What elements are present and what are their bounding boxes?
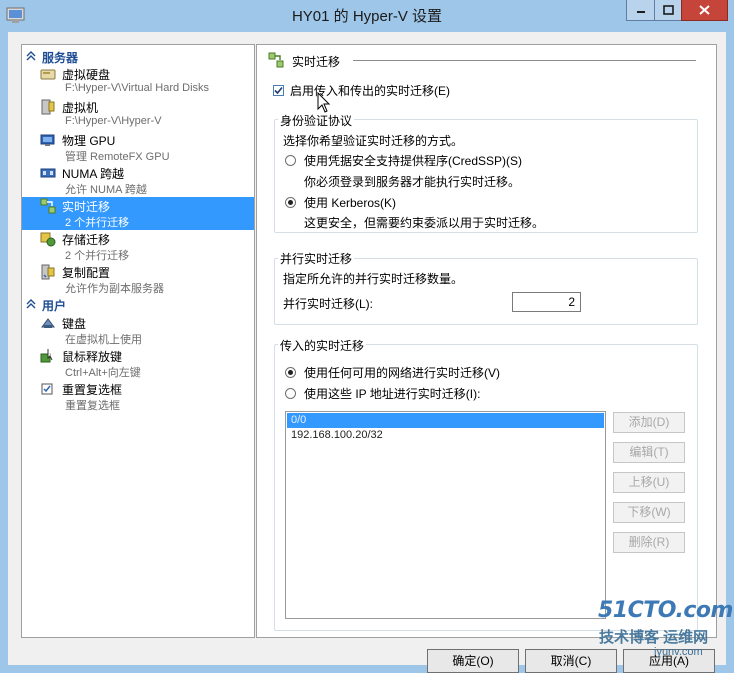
nav-item-subtitle: 允许 NUMA 跨越 <box>65 184 147 196</box>
title-bar[interactable]: HY01 的 Hyper-V 设置 <box>0 0 734 32</box>
settings-window: HY01 的 Hyper-V 设置 服务器 虚拟硬盘 F:\Hyper-V\Vi… <box>0 0 734 673</box>
nav-item-storage-migrations[interactable]: 存储迁移 2 个并行迁移 <box>22 230 254 263</box>
nav-section-label: 服务器 <box>42 51 79 65</box>
edit-button[interactable]: 编辑(T) <box>613 442 685 463</box>
nav-section-server[interactable]: 服务器 <box>22 49 254 65</box>
enable-live-migration-checkbox[interactable] <box>273 85 284 96</box>
ip-address-list[interactable]: 0/0 192.168.100.20/32 <box>285 411 606 619</box>
concurrent-description: 指定所允许的并行实时迁移数量。 <box>283 272 464 286</box>
close-button[interactable] <box>681 0 728 21</box>
authentication-protocol-title: 身份验证协议 <box>278 112 355 129</box>
incoming-live-migrations-title: 传入的实时迁移 <box>278 337 367 354</box>
nav-section-label: 用户 <box>42 299 67 313</box>
dialog-client-area: 服务器 虚拟硬盘 F:\Hyper-V\Virtual Hard Disks 虚… <box>8 32 726 673</box>
nav-item-subtitle: F:\Hyper-V\Virtual Hard Disks <box>65 82 210 94</box>
nav-item-live-migrations[interactable]: 实时迁移 2 个并行迁移 <box>22 197 254 230</box>
heading-divider <box>353 60 696 61</box>
minimize-button[interactable] <box>626 0 655 21</box>
any-network-radio[interactable] <box>285 367 296 378</box>
nav-item-title: 鼠标释放键 <box>62 350 123 364</box>
replication-icon <box>41 264 55 280</box>
nav-section-user[interactable]: 用户 <box>22 297 254 313</box>
watermark-brand: 51CTO.com <box>598 598 733 623</box>
nav-item-keyboard[interactable]: 键盘 在虚拟机上使用 <box>22 314 254 347</box>
credssp-radio[interactable] <box>285 155 296 166</box>
concurrent-field-label: 并行实时迁移(L): <box>283 297 374 311</box>
nav-item-title: 虚拟硬盘 <box>62 68 111 82</box>
move-down-button[interactable]: 下移(W) <box>613 502 685 523</box>
nav-item-reset-check-boxes[interactable]: 重置复选框 重置复选框 <box>22 380 254 413</box>
credssp-note: 你必须登录到服务器才能执行实时迁移。 <box>304 175 521 189</box>
hard-disk-icon <box>40 69 56 80</box>
live-migration-icon <box>268 52 284 68</box>
kerberos-radio[interactable] <box>285 197 296 208</box>
list-item[interactable]: 192.168.100.20/32 <box>287 428 604 443</box>
nav-item-title: NUMA 跨越 <box>62 167 125 181</box>
checkmark-icon <box>274 86 283 95</box>
settings-navigation-tree: 服务器 虚拟硬盘 F:\Hyper-V\Virtual Hard Disks 虚… <box>21 44 255 638</box>
maximize-icon <box>662 5 674 15</box>
nav-item-replication-configuration[interactable]: 复制配置 允许作为副本服务器 <box>22 263 254 296</box>
remove-button[interactable]: 删除(R) <box>613 532 685 553</box>
watermark: 51CTO.com 技术博客 运维网 iyunv.com <box>594 598 734 665</box>
nav-item-subtitle: 2 个并行迁移 <box>65 250 130 262</box>
gpu-icon <box>40 134 55 146</box>
nav-item-subtitle: F:\Hyper-V\Hyper-V <box>65 115 162 127</box>
nav-item-title: 物理 GPU <box>62 134 116 148</box>
nav-item-subtitle: 管理 RemoteFX GPU <box>65 151 170 163</box>
storage-migration-icon <box>40 232 56 247</box>
nav-item-title: 重置复选框 <box>62 383 123 397</box>
live-migration-icon <box>40 198 56 214</box>
nav-item-title: 复制配置 <box>62 266 111 280</box>
nav-item-title: 存储迁移 <box>62 233 111 247</box>
kerberos-note: 这更安全，但需要约束委派以用于实时迁移。 <box>304 216 545 230</box>
collapse-chevron-icon <box>26 51 36 61</box>
nav-item-virtual-machines[interactable]: 虚拟机 F:\Hyper-V\Hyper-V <box>22 98 254 131</box>
credssp-label[interactable]: 使用凭据安全支持提供程序(CredSSP)(S) <box>304 152 522 169</box>
nav-item-subtitle: 在虚拟机上使用 <box>65 334 142 346</box>
collapse-chevron-icon <box>26 299 36 309</box>
these-ip-addresses-radio[interactable] <box>285 388 296 399</box>
add-button[interactable]: 添加(D) <box>613 412 685 433</box>
move-up-button[interactable]: 上移(U) <box>613 472 685 493</box>
maximize-button[interactable] <box>654 0 682 21</box>
nav-item-subtitle: Ctrl+Alt+向左键 <box>65 367 141 379</box>
live-migrations-settings-pane: 实时迁移 启用传入和传出的实时迁移(E) 身份验证协议 选择你希望验证实时迁移的… <box>256 44 717 638</box>
nav-item-physical-gpu[interactable]: 物理 GPU 管理 RemoteFX GPU <box>22 131 254 164</box>
watermark-subtitle: 技术博客 运维网 <box>599 629 709 646</box>
mouse-pointer-icon <box>317 92 331 113</box>
close-icon <box>699 5 710 15</box>
nav-item-title: 实时迁移 <box>62 200 111 214</box>
reset-checkbox-icon <box>41 383 53 395</box>
virtual-machine-icon <box>41 99 55 115</box>
mouse-release-icon <box>40 349 53 363</box>
concurrent-live-migrations-input[interactable]: 2 <box>512 292 581 312</box>
list-item[interactable]: 0/0 <box>287 413 604 428</box>
kerberos-label[interactable]: 使用 Kerberos(K) <box>304 194 396 211</box>
nav-item-mouse-release-key[interactable]: 鼠标释放键 Ctrl+Alt+向左键 <box>22 347 254 380</box>
nav-item-subtitle: 重置复选框 <box>65 400 120 412</box>
enable-live-migration-label[interactable]: 启用传入和传出的实时迁移(E) <box>290 82 450 99</box>
watermark-url: iyunv.com <box>654 646 703 658</box>
pane-heading: 实时迁移 <box>292 55 341 69</box>
nav-item-virtual-hard-disks[interactable]: 虚拟硬盘 F:\Hyper-V\Virtual Hard Disks <box>22 65 254 98</box>
nav-item-title: 虚拟机 <box>62 101 99 115</box>
nav-item-title: 键盘 <box>62 317 87 331</box>
nav-item-subtitle: 允许作为副本服务器 <box>65 283 164 295</box>
minimize-icon <box>636 11 645 13</box>
numa-icon <box>40 168 56 178</box>
these-ip-addresses-label[interactable]: 使用这些 IP 地址进行实时迁移(I): <box>304 385 480 402</box>
concurrent-live-migrations-title: 并行实时迁移 <box>278 250 355 267</box>
keyboard-icon <box>41 318 55 328</box>
ok-button[interactable]: 确定(O) <box>427 649 519 673</box>
nav-item-subtitle: 2 个并行迁移 <box>65 217 130 229</box>
nav-item-numa-spanning[interactable]: NUMA 跨越 允许 NUMA 跨越 <box>22 164 254 197</box>
window-title: HY01 的 Hyper-V 设置 <box>291 8 443 25</box>
concurrent-live-migrations-group <box>274 258 698 325</box>
any-network-label[interactable]: 使用任何可用的网络进行实时迁移(V) <box>304 364 500 381</box>
authentication-description: 选择你希望验证实时迁移的方式。 <box>283 134 464 148</box>
